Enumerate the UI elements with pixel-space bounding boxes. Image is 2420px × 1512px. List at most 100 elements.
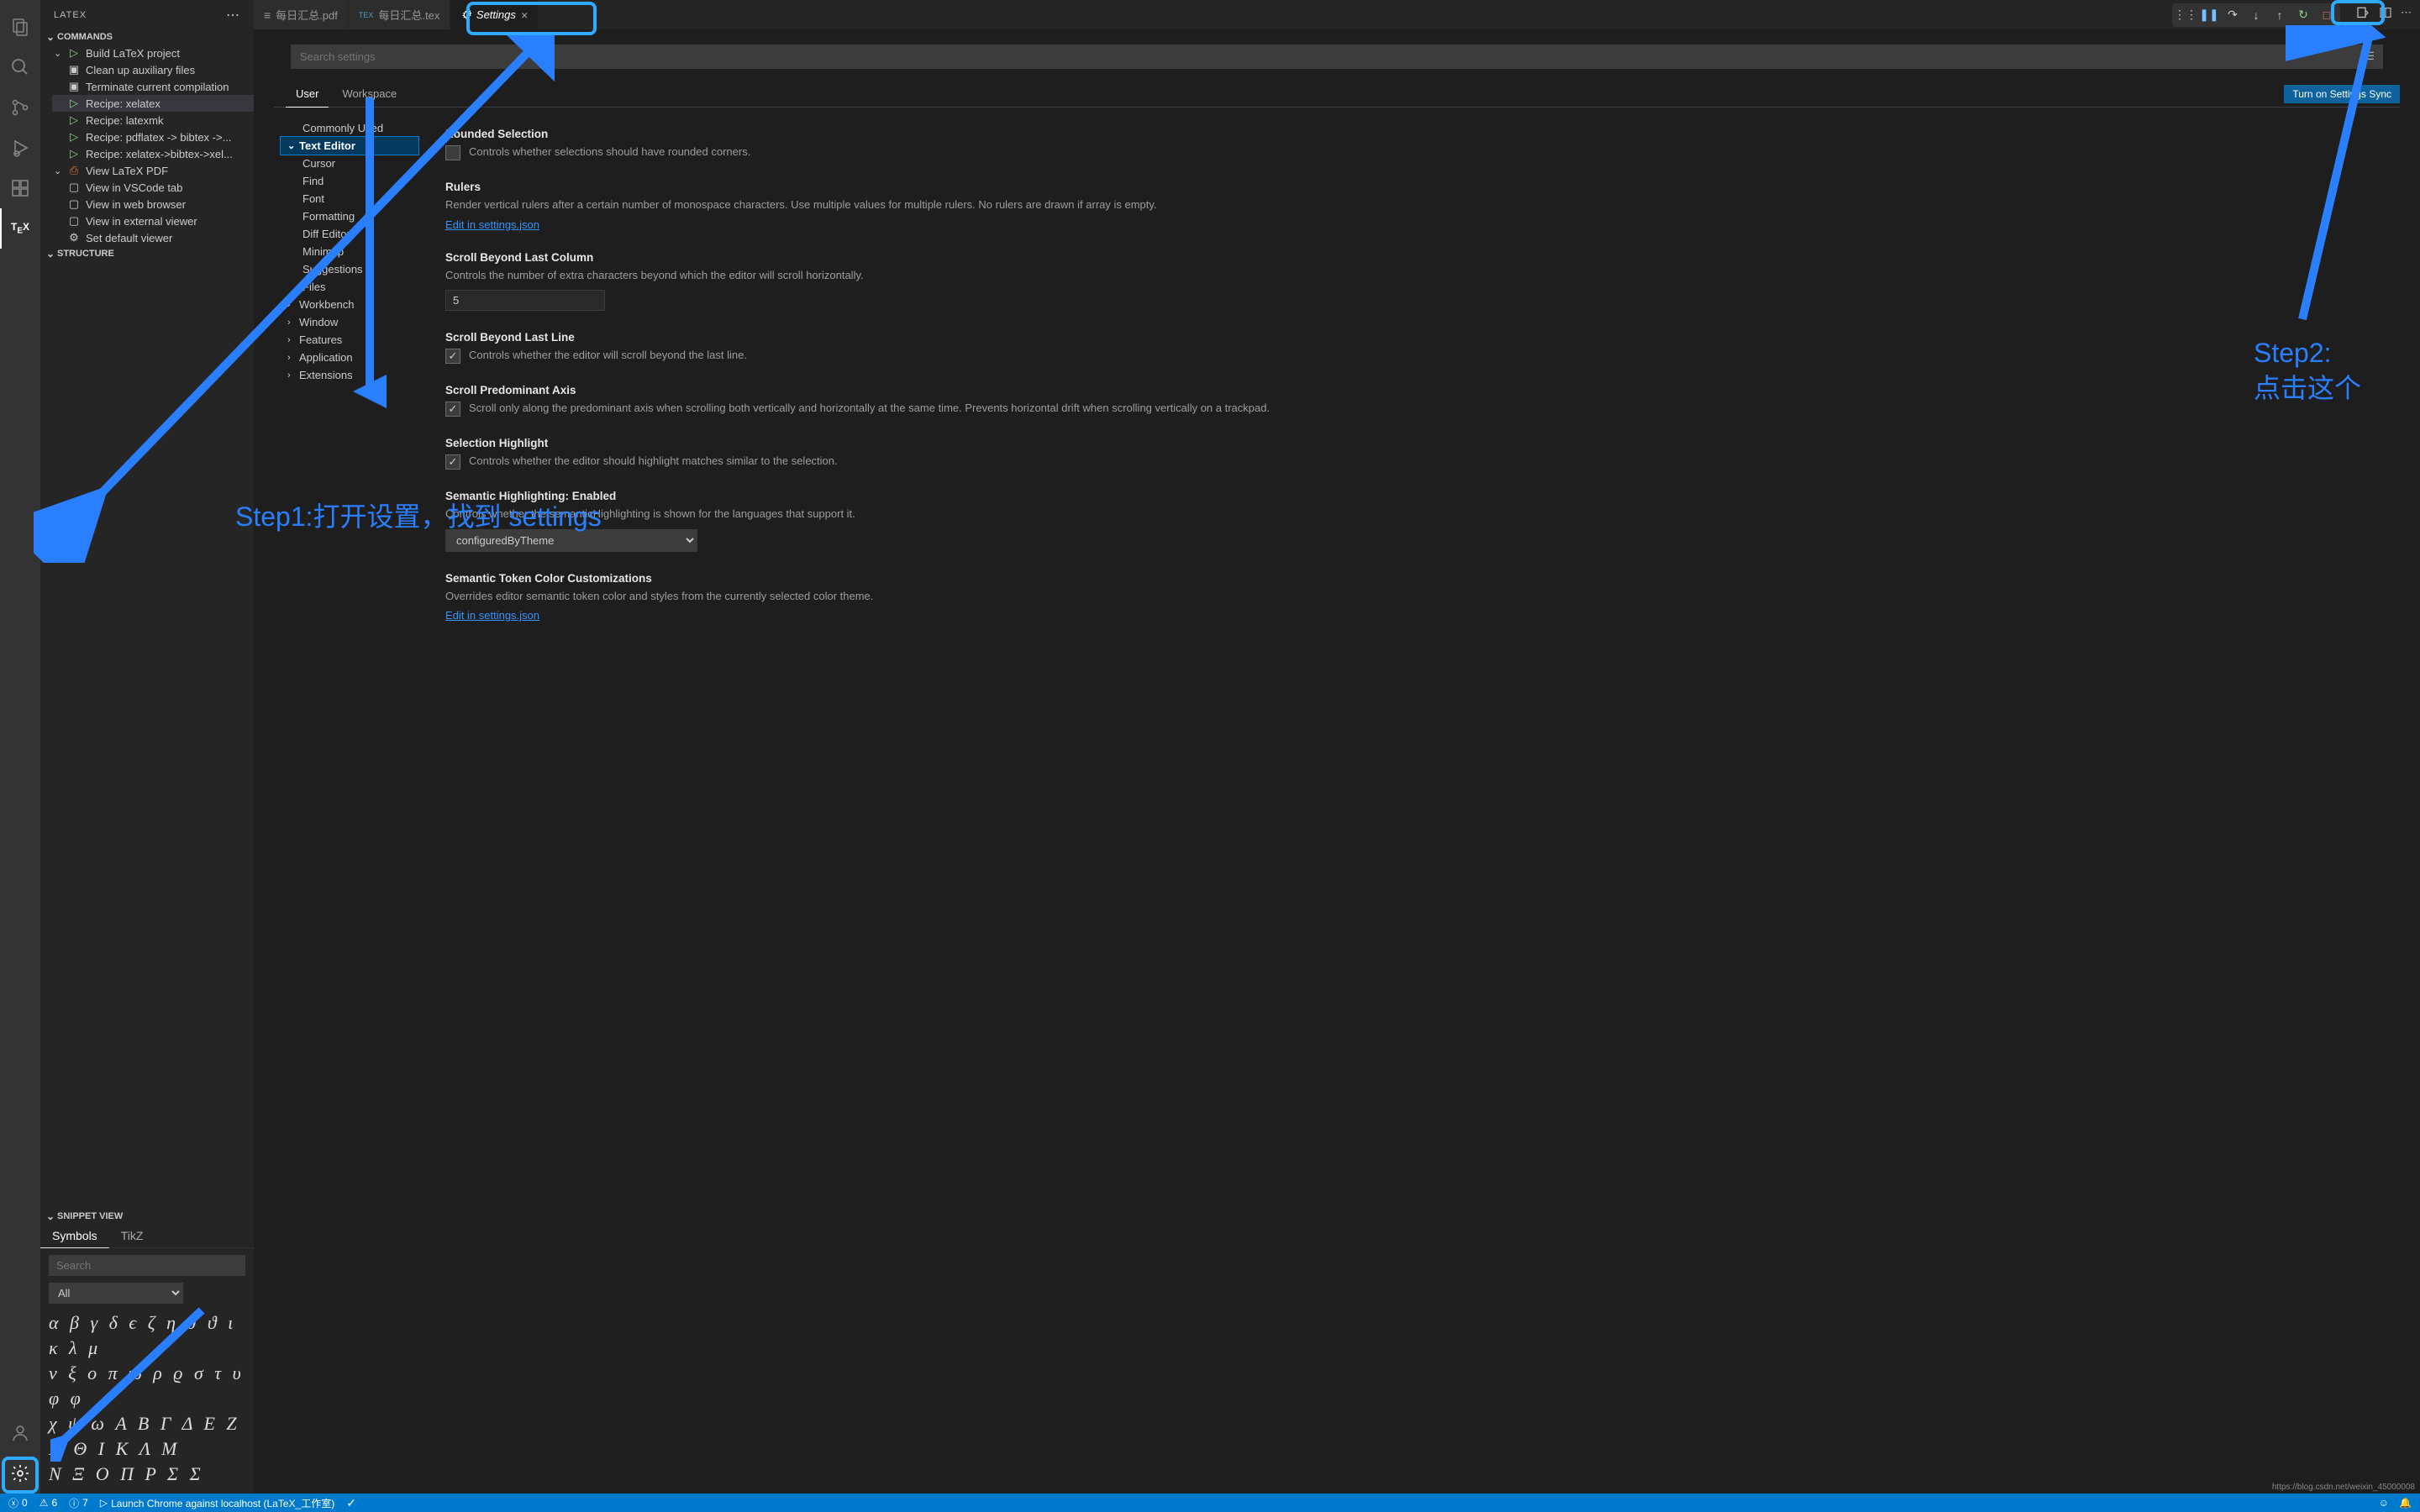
play-icon: ▷ [66,97,82,110]
chevron-down-icon: ⌄ [287,140,299,151]
step-into-icon[interactable]: ↓ [2245,6,2267,24]
stop-icon[interactable]: □ [2316,6,2338,24]
restart-icon[interactable]: ↻ [2292,6,2314,24]
extensions-icon[interactable] [0,168,40,208]
toc-window[interactable]: ›Window [281,313,418,331]
pdf-icon: ⎙ [66,164,82,177]
symbol-grid[interactable]: α β γ δ ϵ ζ η θ ϑ ι κ λ μ ν ξ o π ϖ ρ ϱ … [49,1310,245,1487]
account-icon[interactable] [0,1413,40,1453]
toc-font[interactable]: Font [281,190,418,207]
scope-tab-workspace[interactable]: Workspace [332,81,407,107]
status-info[interactable]: ⓘ7 [69,1496,88,1510]
scroll-beyond-line-checkbox[interactable] [445,349,460,364]
clean-aux-files[interactable]: ▣ Clean up auxiliary files [52,61,254,78]
tab-pdf[interactable]: ≡ 每日汇总.pdf [254,0,349,29]
build-latex-project[interactable]: ⌄ ▷ Build LaTeX project [40,45,254,61]
drag-handle-icon[interactable]: ⋮⋮ [2175,6,2196,24]
status-debug-config[interactable]: ▷ Launch Chrome against localhost (LaTeX… [100,1496,334,1510]
chevron-right-icon: › [287,353,299,363]
toc-diff-editor[interactable]: Diff Editor [281,225,418,243]
toc-application[interactable]: ›Application [281,349,418,366]
toc-extensions[interactable]: ›Extensions [281,366,418,384]
view-external-viewer[interactable]: ▢ View in external viewer [52,213,254,229]
recipe-pdflatex[interactable]: ▷ Recipe: pdflatex -> bibtex ->... [52,129,254,145]
setting-scroll-predominant: Scroll Predominant Axis Scroll only alon… [445,384,2380,417]
play-icon: ▷ [66,113,82,127]
chevron-right-icon: › [287,335,299,345]
snippet-search-input[interactable] [49,1255,245,1276]
settings-sync-button[interactable]: Turn on Settings Sync [2284,85,2400,103]
gear-icon: ⚙ [66,231,82,244]
toc-suggestions[interactable]: Suggestions [281,260,418,278]
rounded-selection-checkbox[interactable] [445,145,460,160]
edit-settings-json-link[interactable]: Edit in settings.json [445,609,539,622]
toc-cursor[interactable]: Cursor [281,155,418,172]
section-commands[interactable]: ⌄ COMMANDS [40,29,254,45]
status-feedback-icon[interactable]: ☺ [2379,1497,2389,1509]
close-icon[interactable]: × [521,8,528,22]
snippet-tab-symbols[interactable]: Symbols [40,1224,109,1247]
window-icon: ▢ [66,197,82,211]
edit-settings-json-link[interactable]: Edit in settings.json [445,218,539,231]
settings-gear-icon[interactable] [0,1453,40,1494]
scroll-beyond-column-input[interactable] [445,290,605,311]
view-web-browser[interactable]: ▢ View in web browser [52,196,254,213]
tex-icon: TEX [359,11,374,19]
view-vscode-tab[interactable]: ▢ View in VSCode tab [52,179,254,196]
chevron-down-icon: ⌄ [44,248,57,260]
search-icon[interactable] [0,47,40,87]
tab-bar: ≡ 每日汇总.pdf TEX 每日汇总.tex ⚙ Settings × ⋮⋮ … [254,0,2420,29]
setting-semantic-token: Semantic Token Color Customizations Over… [445,572,2380,622]
section-snippet-view[interactable]: ⌄ SNIPPET VIEW [40,1209,254,1224]
toc-files[interactable]: Files [281,278,418,296]
status-bell-icon[interactable]: 🔔 [2399,1497,2412,1509]
scroll-predominant-checkbox[interactable] [445,402,460,417]
view-latex-pdf[interactable]: ⌄ ⎙ View LaTeX PDF [40,162,254,179]
toc-text-editor[interactable]: ⌄ Text Editor [281,137,418,155]
toc-features[interactable]: ›Features [281,331,418,349]
sidebar-more-icon[interactable]: ⋯ [226,7,240,24]
pause-icon[interactable]: ❚❚ [2198,6,2220,24]
toc-commonly-used[interactable]: Commonly Used [281,119,418,137]
watermark: https://blog.csdn.net/weixin_45000008 [2272,1483,2415,1492]
tab-settings[interactable]: ⚙ Settings × [450,0,539,29]
recipe-latexmk[interactable]: ▷ Recipe: latexmk [52,112,254,129]
more-actions-icon[interactable]: ⋯ [2401,6,2412,24]
set-default-viewer[interactable]: ⚙ Set default viewer [52,229,254,246]
toc-formatting[interactable]: Formatting [281,207,418,225]
terminate-compilation[interactable]: ▣ Terminate current compilation [52,78,254,95]
settings-search-input[interactable] [291,45,2383,69]
recipe-xelatex-bibtex[interactable]: ▷ Recipe: xelatex->bibtex->xel... [52,145,254,162]
source-control-icon[interactable] [0,87,40,128]
setting-semantic-highlighting: Semantic Highlighting: Enabled Controls … [445,490,2380,552]
toc-minimap[interactable]: Minimap [281,243,418,260]
filter-icon[interactable]: ☰ [2365,50,2375,63]
toc-find[interactable]: Find [281,172,418,190]
toc-workbench[interactable]: ›Workbench [281,296,418,313]
status-errors[interactable]: ⓧ0 [8,1496,28,1510]
run-debug-icon[interactable] [0,128,40,168]
settings-icon: ⚙ [460,8,471,22]
settings-toc: Commonly Used ⌄ Text Editor Cursor Find … [274,116,425,1494]
selection-highlight-checkbox[interactable] [445,454,460,470]
scope-tab-user[interactable]: User [286,81,329,108]
setting-rounded-selection: Rounded Selection Controls whether selec… [445,128,2380,160]
explorer-icon[interactable] [0,7,40,47]
snippet-tab-tikz[interactable]: TikZ [109,1224,155,1247]
chevron-down-icon: ⌄ [54,165,66,176]
window-icon: ▢ [66,214,82,228]
status-check[interactable]: ✓ [346,1496,356,1510]
recipe-xelatex[interactable]: ▷ Recipe: xelatex [52,95,254,112]
settings-list[interactable]: Rounded Selection Controls whether selec… [425,116,2400,1494]
semantic-highlighting-select[interactable]: configuredByTheme [445,529,697,552]
split-editor-icon[interactable] [2379,6,2392,24]
status-warnings[interactable]: ⚠6 [39,1497,57,1509]
latex-icon[interactable]: TEX [0,208,40,249]
step-over-icon[interactable]: ↷ [2222,6,2244,24]
step-out-icon[interactable]: ↑ [2269,6,2291,24]
open-settings-json-icon[interactable] [2355,6,2370,24]
section-structure[interactable]: ⌄ STRUCTURE [40,246,254,261]
snippet-category-select[interactable]: All [49,1283,183,1304]
editor-area: ≡ 每日汇总.pdf TEX 每日汇总.tex ⚙ Settings × ⋮⋮ … [254,0,2420,1494]
tab-tex[interactable]: TEX 每日汇总.tex [349,0,450,29]
